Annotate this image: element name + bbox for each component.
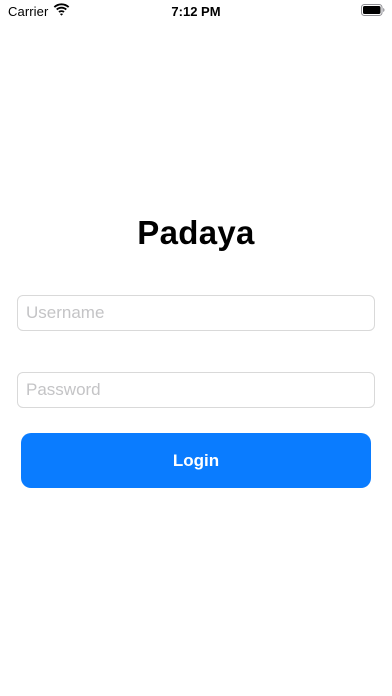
battery-icon <box>361 4 385 16</box>
app-title: Padaya <box>137 214 255 251</box>
password-field[interactable] <box>17 372 375 408</box>
status-time: 7:12 PM <box>171 4 221 19</box>
status-bar: Carrier 7:12 PM <box>0 0 392 24</box>
username-field[interactable] <box>17 295 375 331</box>
login-button[interactable]: Login <box>21 433 371 488</box>
